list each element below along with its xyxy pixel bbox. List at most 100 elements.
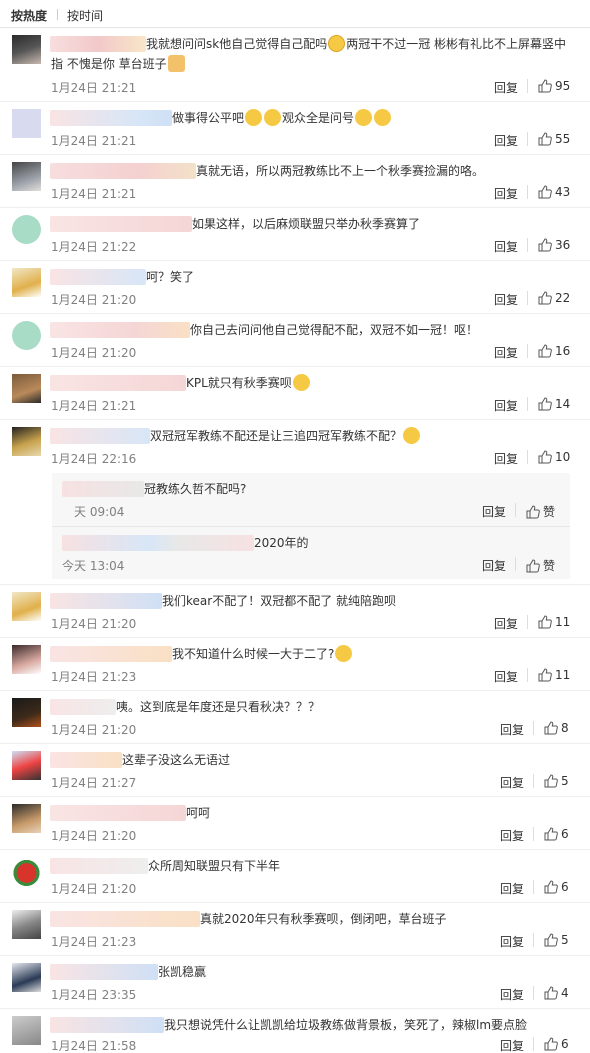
divider xyxy=(527,668,528,682)
like-button[interactable]: 14 xyxy=(538,397,570,411)
reply-button[interactable]: 回复 xyxy=(482,503,506,520)
username-mosaic[interactable] xyxy=(50,593,162,609)
like-button[interactable]: 22 xyxy=(538,291,570,305)
like-button[interactable]: 11 xyxy=(538,615,570,629)
like-button[interactable]: 55 xyxy=(538,132,570,146)
username-mosaic[interactable] xyxy=(50,322,190,338)
like-button[interactable]: 36 xyxy=(538,238,570,252)
reply-button[interactable]: 回复 xyxy=(494,397,518,414)
reply-button[interactable]: 回复 xyxy=(500,774,524,791)
comment-item: 张凯稳赢 1月24日 23:35 回复 4 xyxy=(0,956,590,1009)
username-mosaic[interactable] xyxy=(50,646,172,662)
avatar[interactable] xyxy=(12,645,41,674)
comment-time: 1月24日 21:20 xyxy=(51,346,137,360)
like-button[interactable]: 6 xyxy=(544,827,569,841)
reply-button[interactable]: 回复 xyxy=(494,668,518,685)
like-count: 95 xyxy=(555,79,571,93)
avatar[interactable] xyxy=(12,374,41,403)
like-button[interactable]: 4 xyxy=(544,986,569,1000)
like-button[interactable]: 6 xyxy=(544,880,569,894)
reply-button[interactable]: 回复 xyxy=(500,986,524,1003)
sort-by-hot-tab[interactable]: 按热度 xyxy=(11,7,47,24)
avatar[interactable] xyxy=(12,268,41,297)
username-mosaic[interactable] xyxy=(50,428,150,444)
like-button[interactable]: 10 xyxy=(538,450,570,464)
comment-body-cont: 两冠干不过一冠 彬彬有礼比不上屏幕竖中 xyxy=(346,37,567,51)
reply-button[interactable]: 回复 xyxy=(500,1037,524,1053)
like-button[interactable]: 赞 xyxy=(526,557,555,574)
like-button[interactable]: 6 xyxy=(544,1037,569,1051)
comment-item: 真就2020年只有秋季赛呗，倒闭吧，草台班子 1月24日 21:23 回复 5 xyxy=(0,903,590,956)
username-mosaic[interactable] xyxy=(50,216,192,232)
avatar[interactable] xyxy=(12,321,41,350)
avatar[interactable] xyxy=(12,910,41,939)
reply-button[interactable]: 回复 xyxy=(500,827,524,844)
like-button[interactable]: 赞 xyxy=(526,503,555,520)
divider xyxy=(533,880,534,894)
username-mosaic[interactable] xyxy=(50,110,172,126)
reply-button[interactable]: 回复 xyxy=(494,450,518,467)
username-mosaic[interactable] xyxy=(50,964,158,980)
comment-time: 1月24日 21:21 xyxy=(51,399,137,413)
avatar[interactable] xyxy=(12,162,41,191)
comment-item: 众所周知联盟只有下半年 1月24日 21:20 回复 6 xyxy=(0,850,590,903)
reply-button[interactable]: 回复 xyxy=(494,291,518,308)
username-mosaic[interactable] xyxy=(50,752,122,768)
username-mosaic[interactable] xyxy=(50,858,148,874)
like-label: 赞 xyxy=(543,505,556,519)
reply-button[interactable]: 回复 xyxy=(494,615,518,632)
avatar[interactable] xyxy=(12,804,41,833)
avatar[interactable] xyxy=(12,215,41,244)
reply-button[interactable]: 回复 xyxy=(494,344,518,361)
like-button[interactable]: 5 xyxy=(544,774,569,788)
avatar[interactable] xyxy=(12,109,41,138)
reply-button[interactable]: 回复 xyxy=(494,79,518,96)
like-count: 14 xyxy=(555,397,571,411)
username-mosaic[interactable] xyxy=(50,911,200,927)
username-mosaic[interactable] xyxy=(50,36,146,52)
comment-text: 如果这样，以后麻烦联盟只举办秋季赛算了 xyxy=(50,214,578,234)
username-mosaic[interactable] xyxy=(62,535,254,551)
reply-button[interactable]: 回复 xyxy=(494,238,518,255)
comment-text: 呵呵 xyxy=(50,803,578,823)
like-button[interactable]: 11 xyxy=(538,668,570,682)
username-mosaic[interactable] xyxy=(50,163,196,179)
username-mosaic[interactable] xyxy=(50,699,116,715)
comment-time: 1月24日 21:58 xyxy=(51,1039,137,1053)
avatar[interactable] xyxy=(12,857,41,886)
like-button[interactable]: 16 xyxy=(538,344,570,358)
avatar[interactable] xyxy=(12,751,41,780)
comment-body-line2: 指 不愧是你 草台班子 xyxy=(51,57,167,71)
reply-button[interactable]: 回复 xyxy=(500,721,524,738)
like-button[interactable]: 8 xyxy=(544,721,569,735)
username-mosaic[interactable] xyxy=(50,375,186,391)
like-count: 5 xyxy=(561,774,569,788)
sort-by-time-tab[interactable]: 按时间 xyxy=(67,7,103,24)
like-button[interactable]: 43 xyxy=(538,185,570,199)
sub-reply-body: 2020年的 xyxy=(254,536,309,550)
comment-text-line2: 指 不愧是你 草台班子 xyxy=(51,54,578,74)
reply-button[interactable]: 回复 xyxy=(500,933,524,950)
divider xyxy=(527,238,528,252)
like-button[interactable]: 5 xyxy=(544,933,569,947)
avatar[interactable] xyxy=(12,1016,41,1045)
comment-item: 咦。这到底是年度还是只看秋决？？？ 1月24日 21:20 回复 8 xyxy=(0,691,590,744)
divider xyxy=(533,774,534,788)
username-mosaic[interactable] xyxy=(62,481,144,497)
avatar[interactable] xyxy=(12,427,41,456)
avatar[interactable] xyxy=(12,698,41,727)
username-mosaic[interactable] xyxy=(50,269,146,285)
comment-item: 做事得公平吧 观众全是问号 1月24日 21:21 回复 55 xyxy=(0,102,590,155)
reply-button[interactable]: 回复 xyxy=(494,132,518,149)
avatar[interactable] xyxy=(12,35,41,64)
like-button[interactable]: 95 xyxy=(538,79,570,93)
username-mosaic[interactable] xyxy=(50,805,186,821)
reply-button[interactable]: 回复 xyxy=(494,185,518,202)
avatar[interactable] xyxy=(12,592,41,621)
reply-button[interactable]: 回复 xyxy=(482,557,506,574)
reply-button[interactable]: 回复 xyxy=(500,880,524,897)
divider xyxy=(527,344,528,358)
username-mosaic[interactable] xyxy=(50,1017,164,1033)
avatar[interactable] xyxy=(12,963,41,992)
comment-text: KPL就只有秋季赛呗 xyxy=(50,373,578,393)
